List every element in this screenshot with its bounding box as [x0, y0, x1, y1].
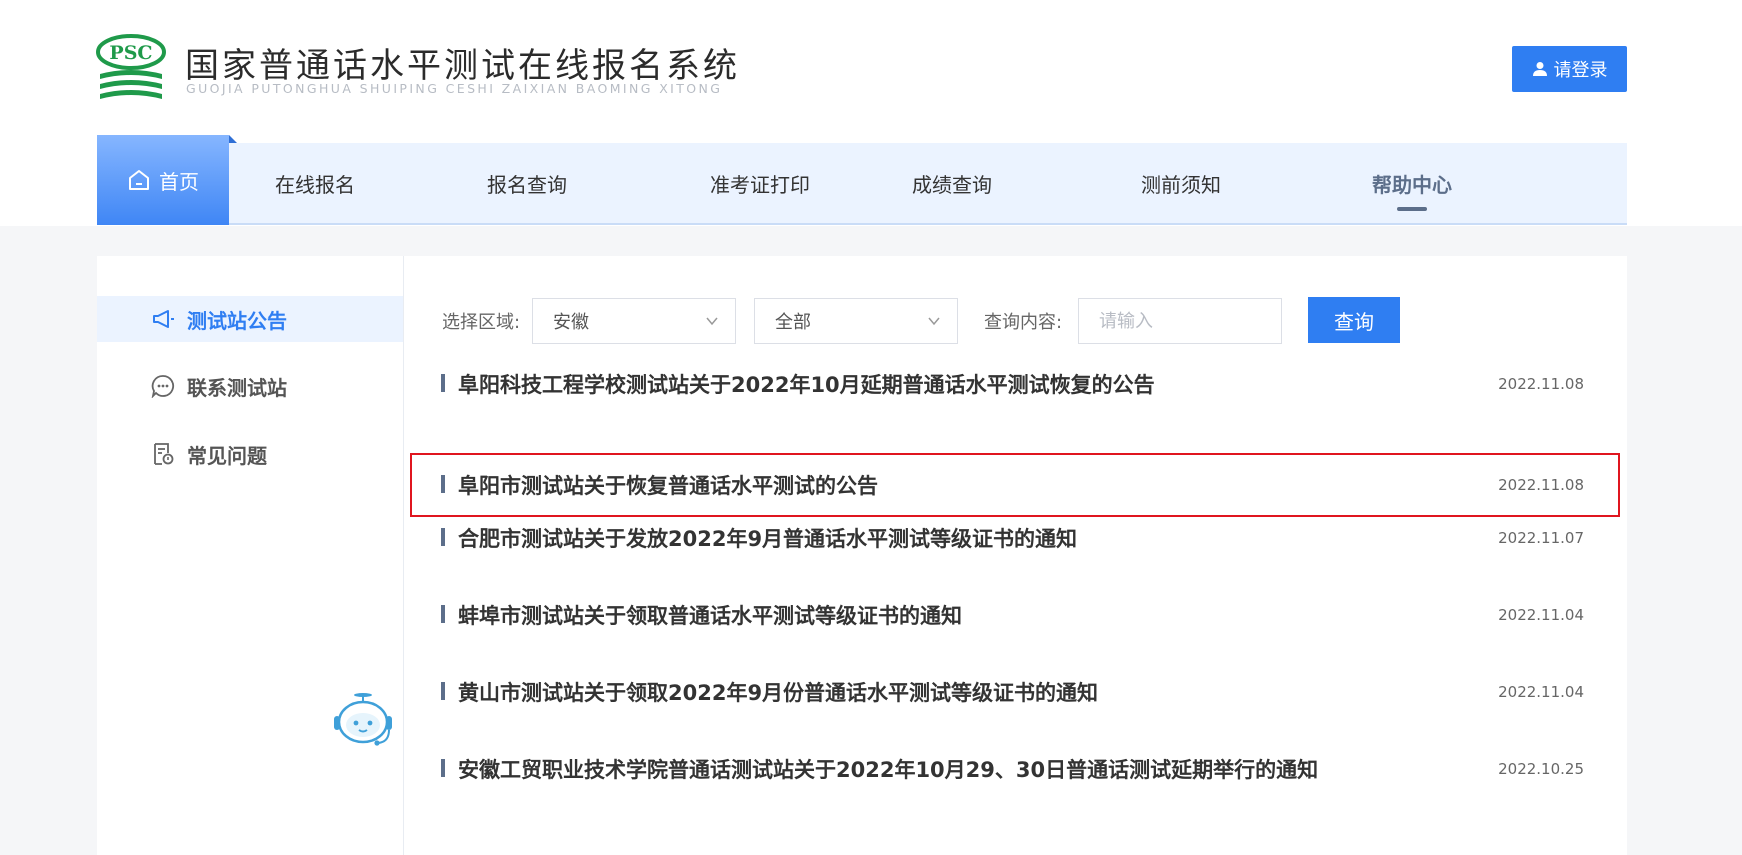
megaphone-icon	[153, 310, 174, 328]
nav-online-registration[interactable]: 在线报名	[240, 143, 390, 223]
nav-home-label: 首页	[159, 169, 199, 194]
category-select-value: 全部	[775, 312, 811, 333]
notice-row[interactable]: 蚌埠市测试站关于领取普通话水平测试等级证书的通知 2022.11.04	[410, 583, 1620, 647]
notice-row[interactable]: 黄山市测试站关于领取2022年9月份普通话水平测试等级证书的通知 2022.11…	[410, 660, 1620, 724]
sidebar-item-faq[interactable]: 常见问题	[97, 431, 403, 477]
site-subtitle: GUOJIA PUTONGHUA SHUIPING CESHI ZAIXIAN …	[186, 81, 723, 96]
row-marker	[441, 374, 445, 392]
nav-help-center[interactable]: 帮助中心	[1337, 143, 1487, 223]
filter-bar: 选择区域: 安徽 全部 查询内容: 查询	[442, 297, 1592, 344]
notice-date: 2022.10.25	[1498, 760, 1584, 778]
main-nav: 首页 在线报名 报名查询 准考证打印 成绩查询 测前须知 帮助中心	[97, 135, 1627, 225]
sidebar-item-label: 测试站公告	[187, 308, 287, 333]
notice-date: 2022.11.07	[1498, 529, 1584, 547]
customer-service-robot-icon[interactable]	[330, 692, 396, 748]
faq-document-icon	[154, 443, 174, 465]
notice-row[interactable]: 安徽工贸职业技术学院普通话测试站关于2022年10月29、30日普通话测试延期举…	[410, 737, 1620, 801]
sidebar-item-label: 联系测试站	[187, 375, 287, 400]
chat-icon	[151, 375, 175, 398]
nav-score-query[interactable]: 成绩查询	[877, 143, 1027, 223]
row-marker	[441, 475, 445, 493]
query-label: 查询内容:	[984, 312, 1063, 333]
notice-title[interactable]: 阜阳科技工程学校测试站关于2022年10月延期普通话水平测试恢复的公告	[458, 352, 1155, 416]
chevron-down-icon	[706, 317, 718, 326]
sidebar-item-contact-station[interactable]: 联系测试站	[97, 363, 403, 409]
login-label: 请登录	[1553, 60, 1608, 81]
logo-text: PSC	[109, 42, 152, 64]
sidebar-item-station-notices[interactable]: 测试站公告	[97, 296, 403, 342]
row-marker	[441, 759, 445, 777]
notice-date: 2022.11.08	[1498, 375, 1584, 393]
sidebar-item-label: 常见问题	[187, 443, 267, 468]
query-button[interactable]: 查询	[1308, 297, 1400, 343]
notice-title[interactable]: 合肥市测试站关于发放2022年9月普通话水平测试等级证书的通知	[458, 506, 1077, 570]
notice-date: 2022.11.04	[1498, 606, 1584, 624]
nav-home[interactable]: 首页	[97, 135, 237, 225]
nav-registration-query[interactable]: 报名查询	[452, 143, 602, 223]
row-marker	[441, 605, 445, 623]
home-icon	[129, 170, 149, 190]
notice-title[interactable]: 蚌埠市测试站关于领取普通话水平测试等级证书的通知	[458, 583, 962, 647]
category-select[interactable]: 全部	[754, 298, 958, 344]
region-select[interactable]: 安徽	[532, 298, 736, 344]
notice-title[interactable]: 黄山市测试站关于领取2022年9月份普通话水平测试等级证书的通知	[458, 660, 1098, 724]
notice-row[interactable]: 合肥市测试站关于发放2022年9月普通话水平测试等级证书的通知 2022.11.…	[410, 506, 1620, 570]
login-button[interactable]: 请登录	[1512, 46, 1627, 92]
region-select-value: 安徽	[553, 312, 589, 333]
row-marker	[441, 682, 445, 700]
user-icon	[1532, 62, 1547, 76]
content-panel: 测试站公告 联系测试站 常见问题 选择区域: 安徽 全部 查询内容: 请输入 查…	[97, 256, 1627, 855]
nav-pre-test-notes[interactable]: 测前须知	[1106, 143, 1256, 223]
nav-admission-ticket-print[interactable]: 准考证打印	[685, 143, 835, 223]
site-title: 国家普通话水平测试在线报名系统	[185, 46, 740, 86]
query-input[interactable]	[1078, 298, 1282, 344]
notice-row[interactable]: 阜阳科技工程学校测试站关于2022年10月延期普通话水平测试恢复的公告 2022…	[410, 352, 1620, 416]
notice-date: 2022.11.04	[1498, 683, 1584, 701]
notice-title[interactable]: 安徽工贸职业技术学院普通话测试站关于2022年10月29、30日普通话测试延期举…	[458, 737, 1318, 801]
region-label: 选择区域:	[442, 312, 521, 333]
psc-logo: PSC	[96, 34, 166, 99]
chevron-down-icon	[928, 317, 940, 326]
row-marker	[441, 528, 445, 546]
sidebar: 测试站公告 联系测试站 常见问题	[97, 256, 404, 855]
